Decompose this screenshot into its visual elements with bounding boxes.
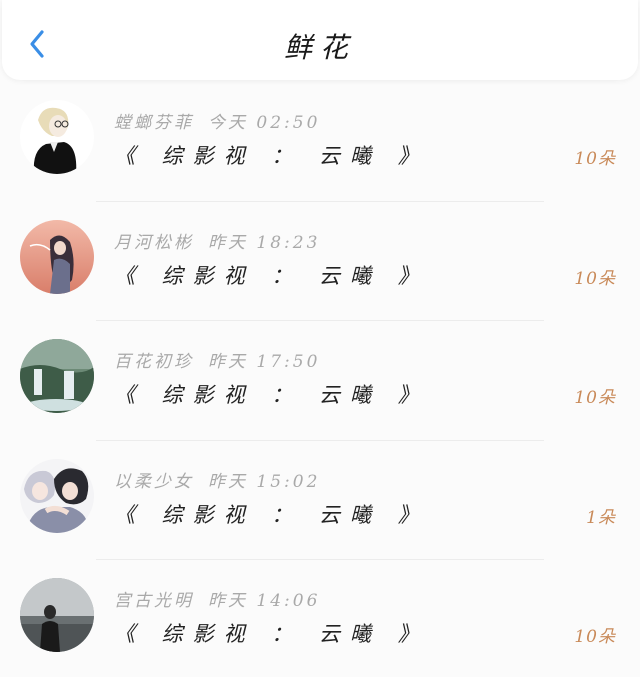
- sender-name: 螳螂芬菲: [114, 113, 194, 133]
- list-item[interactable]: 百花初珍 昨天 17:50 《 综影视 ： 云曦 》 10朵: [0, 321, 640, 441]
- flower-count: 10朵: [574, 627, 616, 647]
- page-title: 鲜花: [283, 31, 356, 64]
- item-meta: 百花初珍 昨天 17:50: [114, 347, 320, 372]
- book-title: 《 综影视 ： 云曦 》: [114, 622, 429, 646]
- item-meta: 月河松彬 昨天 18:23: [114, 228, 320, 253]
- book-title: 《 综影视 ： 云曦 》: [114, 263, 429, 288]
- list-item[interactable]: 螳螂芬菲 今天 02:50 《 综影视 ： 云曦 》 10朵: [0, 82, 640, 202]
- avatar[interactable]: [20, 100, 94, 174]
- avatar-anime-duo-icon: [20, 458, 94, 533]
- sender-name: 以柔少女: [114, 471, 194, 492]
- flower-count: 10朵: [574, 388, 616, 408]
- avatar[interactable]: [20, 219, 94, 294]
- sender-name: 百花初珍: [114, 352, 194, 372]
- list-item[interactable]: 月河松彬 昨天 18:23 《 综影视 ： 云曦 》 10朵: [0, 202, 640, 321]
- avatar[interactable]: [20, 578, 94, 652]
- flowers-screen: 鲜花 螳螂芬菲 今天 02:50 《 综影视 ： 云曦 》 10朵 月河松彬 昨…: [0, 0, 640, 677]
- book-title: 《 综影视 ： 云曦 》: [114, 144, 429, 168]
- item-meta: 以柔少女 昨天 15:02: [114, 467, 320, 492]
- book-title: 《 综影视 ： 云曦 》: [114, 502, 429, 527]
- send-time: 昨天 15:02: [208, 471, 321, 492]
- item-meta: 螳螂芬菲 今天 02:50: [114, 108, 320, 133]
- book-title: 《 综影视 ： 云曦 》: [114, 383, 429, 407]
- flower-count: 10朵: [574, 149, 616, 169]
- avatar-sunset-girl-icon: [20, 219, 94, 294]
- send-time: 昨天 18:23: [208, 232, 321, 253]
- list-item[interactable]: 以柔少女 昨天 15:02 《 综影视 ： 云曦 》 1朵: [0, 441, 640, 560]
- avatar-waterfall-icon: [20, 339, 94, 413]
- sender-name: 月河松彬: [114, 232, 194, 253]
- item-meta: 宫古光明 昨天 14:06: [114, 586, 320, 611]
- avatar[interactable]: [20, 458, 94, 533]
- send-time: 今天 02:50: [208, 113, 321, 133]
- flower-list: 螳螂芬菲 今天 02:50 《 综影视 ： 云曦 》 10朵 月河松彬 昨天 1…: [0, 82, 640, 677]
- avatar[interactable]: [20, 339, 94, 413]
- top-bar: 鲜花: [2, 0, 638, 80]
- send-time: 昨天 17:50: [208, 352, 321, 372]
- avatar-person-landscape-icon: [20, 578, 94, 652]
- send-time: 昨天 14:06: [208, 591, 321, 611]
- list-item[interactable]: 宫古光明 昨天 14:06 《 综影视 ： 云曦 》 10朵: [0, 560, 640, 677]
- avatar-sketch-boy-icon: [20, 100, 94, 174]
- flower-count: 10朵: [574, 268, 616, 289]
- sender-name: 宫古光明: [114, 591, 194, 611]
- flower-count: 1朵: [586, 507, 616, 528]
